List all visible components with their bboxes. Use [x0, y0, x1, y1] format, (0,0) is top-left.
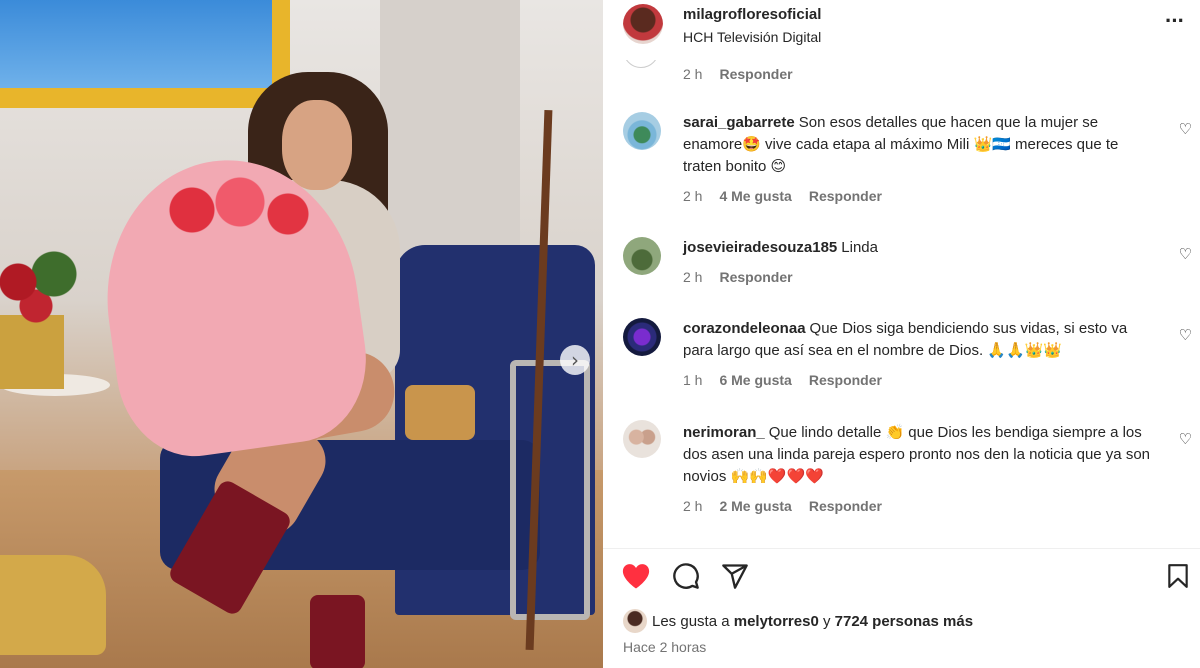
tv-screen	[0, 0, 272, 88]
likes-joiner: y	[822, 613, 831, 630]
comment-time: 2 h	[683, 269, 703, 285]
comment-username[interactable]: josevieiradesouza185	[683, 239, 837, 256]
side-table-base	[0, 555, 106, 655]
reply-button[interactable]: Responder	[719, 66, 792, 82]
author-subtitle[interactable]: HCH Televisión Digital	[683, 29, 821, 45]
comment-text: josevieiradesouza185 Linda	[683, 237, 1153, 259]
flowers-left	[0, 250, 90, 330]
comment-meta: 1 h 6 Me gusta Responder	[683, 372, 882, 388]
author-username[interactable]: milagrofloresoficial	[683, 6, 821, 23]
bookmark-icon	[1168, 564, 1188, 588]
share-button[interactable]	[720, 561, 750, 591]
comment-time: 2 h	[683, 498, 703, 514]
author-avatar[interactable]	[623, 4, 663, 44]
comment-text: nerimoran_ Que lindo detalle 👏 que Dios l…	[683, 422, 1153, 488]
more-options-icon[interactable]: ···	[1165, 8, 1185, 34]
gift-basket	[405, 385, 475, 440]
comment-text: corazondeleonaa Que Dios siga bendiciendo…	[683, 318, 1153, 362]
bouquet-flowers	[160, 170, 320, 250]
tv-frame	[0, 0, 290, 108]
comment-username[interactable]: nerimoran_	[683, 424, 765, 441]
action-bar: Les gusta a melytorres0 y 7724 personas …	[603, 548, 1200, 668]
wall-panel	[380, 0, 520, 260]
liker-username[interactable]: melytorres0	[734, 613, 819, 630]
comment-meta: 2 h Responder	[683, 269, 793, 285]
comment-username[interactable]: sarai_gabarrete	[683, 114, 795, 131]
comment-avatar[interactable]	[623, 60, 659, 68]
heart-filled-icon	[622, 564, 650, 589]
sofa-frame	[510, 360, 590, 620]
comment-likes[interactable]: 2 Me gusta	[719, 498, 791, 514]
comments-list[interactable]: 2 h Responder sarai_gabarrete Son esos de…	[603, 60, 1200, 548]
reply-button[interactable]: Responder	[809, 498, 882, 514]
comment-meta: 2 h 2 Me gusta Responder	[683, 498, 882, 514]
post-header: milagrofloresoficial HCH Televisión Digi…	[603, 0, 1200, 60]
comment-time: 2 h	[683, 66, 703, 82]
red-boot	[310, 595, 365, 668]
share-icon	[722, 564, 748, 589]
save-button[interactable]	[1163, 561, 1193, 591]
like-button[interactable]	[621, 561, 651, 591]
comment-text: sarai_gabarrete Son esos detalles que hac…	[683, 112, 1153, 178]
post-panel: milagrofloresoficial HCH Televisión Digi…	[603, 0, 1200, 668]
comment-avatar[interactable]	[623, 318, 661, 356]
comment-button[interactable]	[671, 561, 701, 591]
comment-time: 2 h	[683, 188, 703, 204]
likes-summary: Les gusta a melytorres0 y 7724 personas …	[652, 613, 973, 630]
reply-button[interactable]: Responder	[809, 188, 882, 204]
carousel-next-button[interactable]: ›	[560, 345, 590, 375]
comment-like-icon[interactable]: ♡	[1179, 326, 1192, 344]
likes-others[interactable]: 7724 personas más	[835, 613, 973, 630]
comment-meta: 2 h 4 Me gusta Responder	[683, 188, 882, 204]
comment-like-icon[interactable]: ♡	[1179, 120, 1192, 138]
likes-prefix: Les gusta a	[652, 613, 730, 630]
liker-avatar[interactable]	[623, 609, 647, 633]
comment-body: Linda	[841, 239, 878, 256]
comment-avatar[interactable]	[623, 420, 661, 458]
comment-username[interactable]: corazondeleonaa	[683, 320, 806, 337]
comment-likes[interactable]: 4 Me gusta	[719, 188, 791, 204]
post-time[interactable]: Hace 2 horas	[623, 639, 706, 655]
chevron-right-icon: ›	[571, 348, 579, 372]
comment-likes[interactable]: 6 Me gusta	[719, 372, 791, 388]
comment-time: 1 h	[683, 372, 703, 388]
reply-button[interactable]: Responder	[719, 269, 792, 285]
comment-avatar[interactable]	[623, 112, 661, 150]
comment-meta: 2 h Responder	[683, 66, 793, 82]
comment-like-icon[interactable]: ♡	[1179, 430, 1192, 448]
comment-avatar[interactable]	[623, 237, 661, 275]
comment-icon	[673, 563, 699, 589]
post-photo: ›	[0, 0, 603, 668]
comment-like-icon[interactable]: ♡	[1179, 245, 1192, 263]
reply-button[interactable]: Responder	[809, 372, 882, 388]
